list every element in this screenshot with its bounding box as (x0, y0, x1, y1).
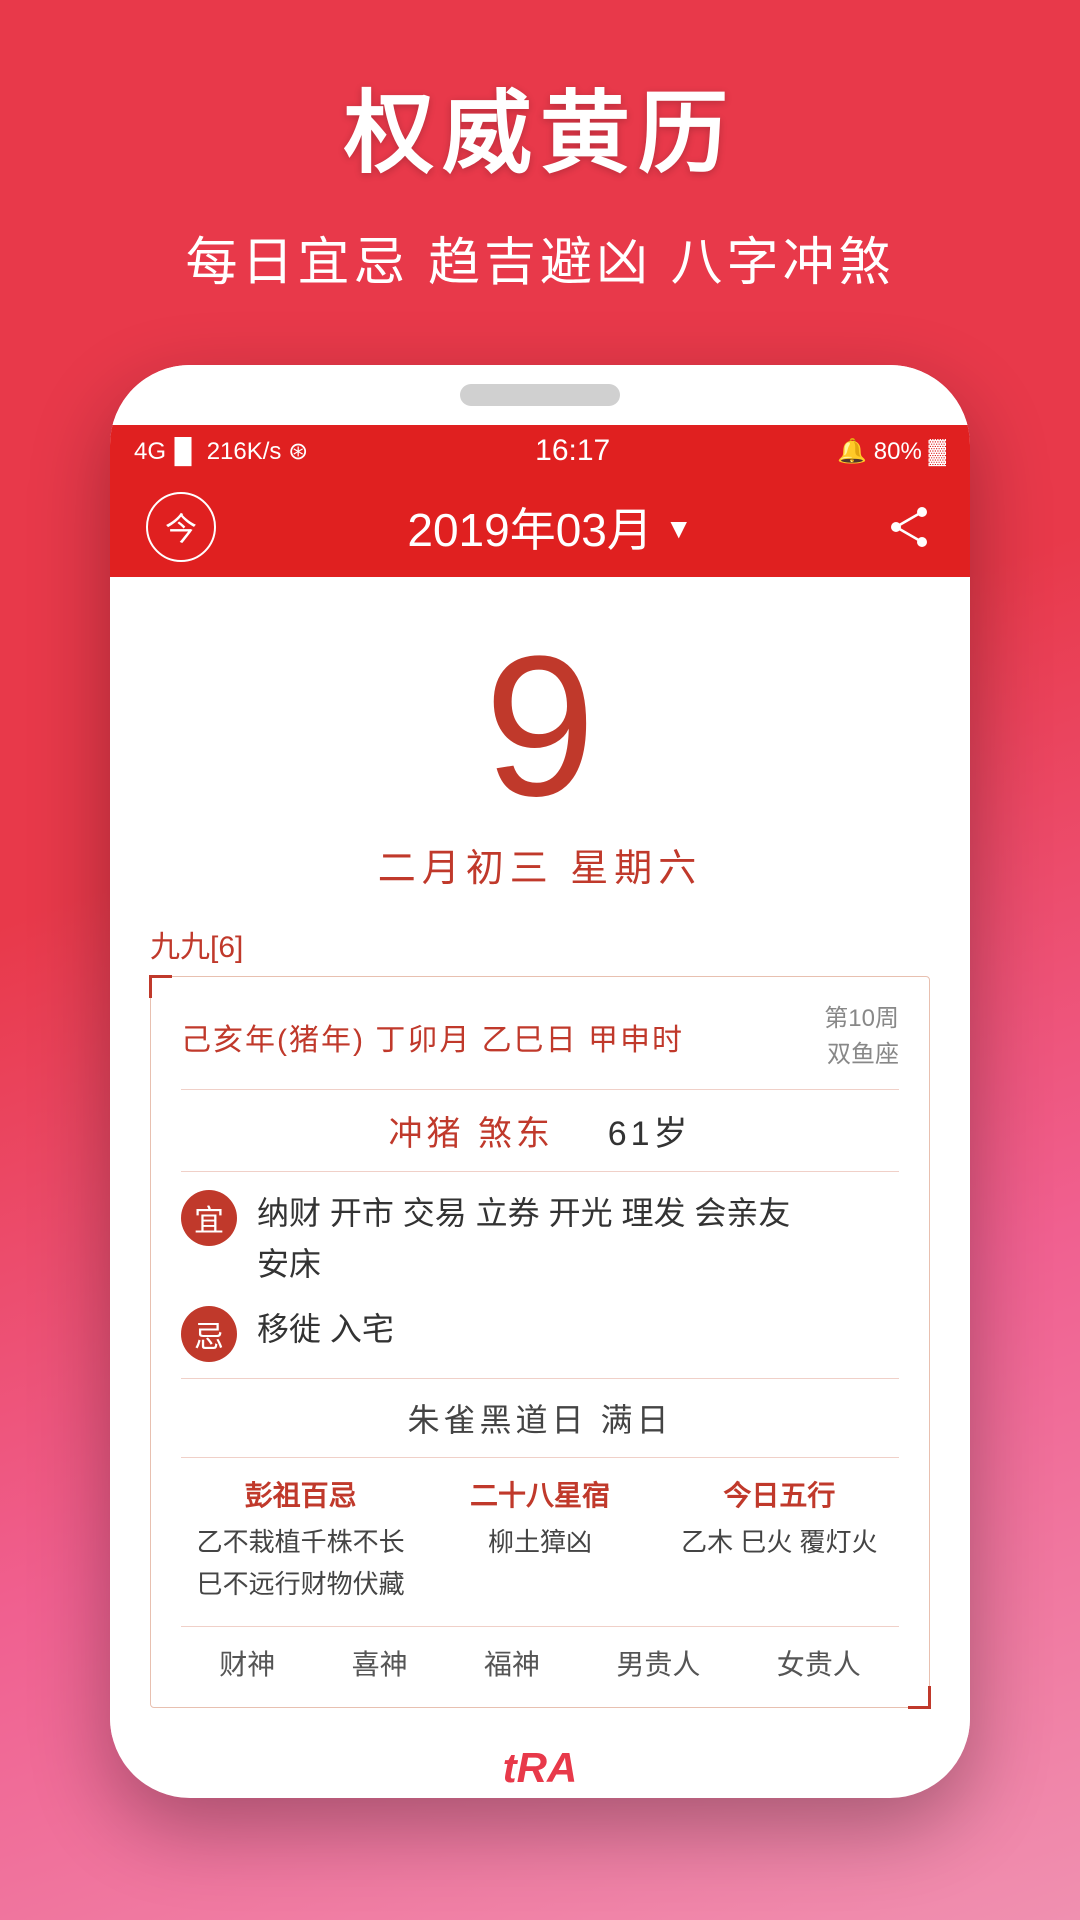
ganzhi-text: 己亥年(猪年) 丁卯月 乙巳日 甲申时 (181, 1015, 684, 1059)
five-gods-item-2: 福神 (484, 1643, 540, 1683)
five-gods-item-4: 女贵人 (777, 1643, 861, 1683)
today-button[interactable]: 今 (146, 492, 216, 562)
conflict-age: 61岁 (608, 1115, 692, 1153)
phone-mockup: 4G▐▌ 216K/s ⊛ 16:17 🔔 80% ▓ 今 2019年03月 ▼ (110, 365, 970, 1798)
big-date-number: 9 (150, 627, 930, 827)
five-gods-item-0: 财神 (219, 1643, 275, 1683)
ji-row: 忌 移徙 入宅 (181, 1304, 899, 1362)
col1-title: 彭祖百忌 (181, 1474, 420, 1514)
five-gods-item-3: 男贵人 (616, 1643, 700, 1683)
month-title-text: 2019年03月 (407, 494, 653, 560)
divider-3 (181, 1378, 899, 1379)
ganzhi-row: 己亥年(猪年) 丁卯月 乙巳日 甲申时 第10周 双鱼座 (181, 1001, 899, 1073)
divider-1 (181, 1089, 899, 1090)
status-left: 4G▐▌ 216K/s ⊛ (134, 437, 308, 466)
divider-4 (181, 1457, 899, 1458)
col3-title: 今日五行 (660, 1474, 899, 1514)
status-right: 🔔 80% ▓ (837, 437, 946, 466)
phone-top (110, 365, 970, 425)
conflict-text: 冲猪 煞东 (388, 1115, 553, 1153)
app-header: 今 2019年03月 ▼ (110, 477, 970, 577)
col2-title: 二十八星宿 (420, 1474, 659, 1514)
divider-2 (181, 1171, 899, 1172)
wuxing-col: 今日五行 乙木 巳火 覆灯火 (660, 1474, 899, 1605)
ji-text: 移徙 入宅 (257, 1304, 899, 1355)
big-date-lunar: 二月初三 星期六 (150, 837, 930, 892)
week-zodiac: 第10周 双鱼座 (824, 1001, 899, 1073)
marketing-title: 权威黄历 (40, 60, 1040, 190)
speaker (460, 384, 620, 406)
three-col-row: 彭祖百忌 乙不栽植千株不长 巳不远行财物伏藏 二十八星宿 柳土獐凶 今日五行 乙… (181, 1474, 899, 1605)
col1-content: 乙不栽植千株不长 巳不远行财物伏藏 (181, 1522, 420, 1605)
yi-text: 纳财 开市 交易 立券 开光 理发 会亲友 安床 (257, 1188, 899, 1290)
nine-nine-label: 九九[6] (150, 922, 930, 966)
col1-line2: 巳不远行财物伏藏 (181, 1564, 420, 1606)
battery-text: 🔔 80% ▓ (837, 437, 946, 466)
week-line2: 双鱼座 (824, 1037, 899, 1073)
watermark-text: tRA (503, 1744, 578, 1792)
big-date-container: 9 二月初三 星期六 (150, 627, 930, 892)
status-time: 16:17 (535, 434, 610, 468)
share-icon (886, 504, 932, 550)
yi-row: 宜 纳财 开市 交易 立券 开光 理发 会亲友 安床 (181, 1188, 899, 1290)
calendar-body: 9 二月初三 星期六 九九[6] 己亥年(猪年) 丁卯月 乙巳日 甲申时 第10… (110, 577, 970, 1738)
conflict-row: 冲猪 煞东 61岁 (181, 1106, 899, 1155)
signal-text: 4G▐▌ 216K/s ⊛ (134, 437, 308, 466)
xingxiu-col: 二十八星宿 柳土獐凶 (420, 1474, 659, 1605)
pengzu-col: 彭祖百忌 乙不栽植千株不长 巳不远行财物伏藏 (181, 1474, 420, 1605)
special-day: 朱雀黑道日 满日 (181, 1395, 899, 1441)
dropdown-arrow-icon: ▼ (665, 513, 693, 545)
ji-badge: 忌 (181, 1306, 237, 1362)
week-line1: 第10周 (824, 1001, 899, 1037)
marketing-subtitle: 每日宜忌 趋吉避凶 八字冲煞 (40, 220, 1040, 295)
month-selector[interactable]: 2019年03月 ▼ (407, 494, 692, 560)
five-gods-item-1: 喜神 (352, 1643, 408, 1683)
bottom-area: tRA (110, 1738, 970, 1798)
five-gods-row: 财神 喜神 福神 男贵人 女贵人 (181, 1626, 899, 1683)
today-label: 今 (165, 504, 197, 550)
status-bar: 4G▐▌ 216K/s ⊛ 16:17 🔔 80% ▓ (110, 425, 970, 477)
marketing-section: 权威黄历 每日宜忌 趋吉避凶 八字冲煞 (0, 0, 1080, 325)
col3-content: 乙木 巳火 覆灯火 (660, 1522, 899, 1564)
yi-badge: 宜 (181, 1190, 237, 1246)
col1-line1: 乙不栽植千株不长 (181, 1522, 420, 1564)
share-button[interactable] (884, 502, 934, 552)
col2-content: 柳土獐凶 (420, 1522, 659, 1564)
info-card: 己亥年(猪年) 丁卯月 乙巳日 甲申时 第10周 双鱼座 冲猪 煞东 61岁 宜… (150, 976, 930, 1708)
yi-content: 纳财 开市 交易 立券 开光 理发 会亲友 安床 (257, 1195, 790, 1282)
